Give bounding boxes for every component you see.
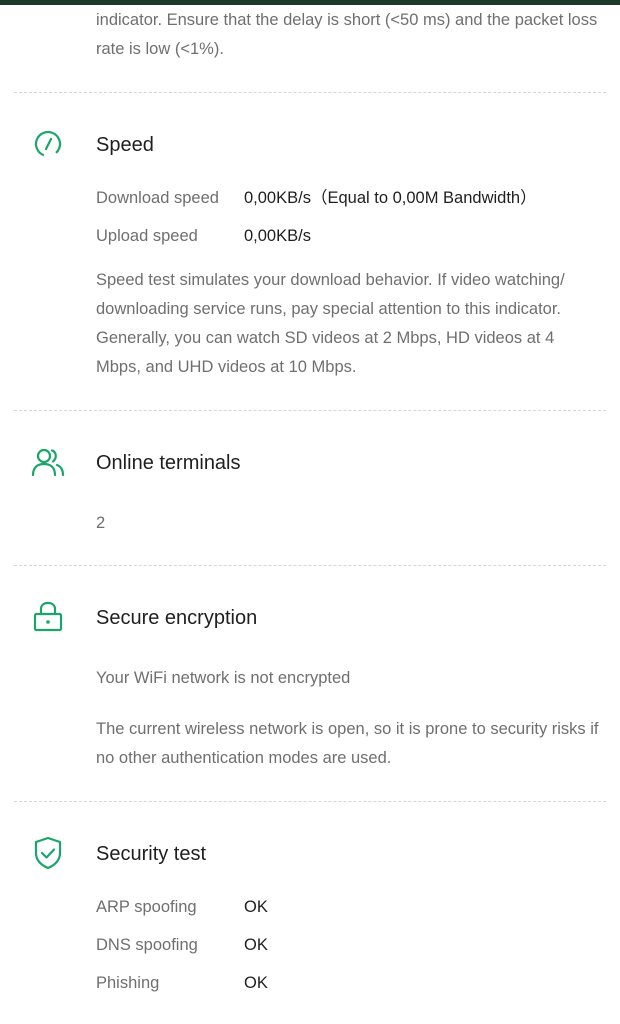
dns-spoofing-value: OK	[244, 936, 268, 954]
dns-spoofing-label: DNS spoofing	[96, 936, 198, 954]
arp-spoofing-value: OK	[244, 898, 268, 916]
arp-spoofing-label: ARP spoofing	[96, 898, 197, 916]
users-icon	[31, 445, 65, 479]
speed-title: Speed	[96, 134, 154, 156]
phishing-value: OK	[244, 974, 268, 992]
online-terminals-title: Online terminals	[96, 452, 241, 474]
download-speed-label: Download speed	[96, 189, 219, 207]
secure-encryption-title: Secure encryption	[96, 607, 258, 629]
divider	[14, 801, 606, 802]
lock-icon	[31, 600, 65, 634]
online-terminals-count: 2	[96, 514, 106, 532]
divider	[14, 565, 606, 566]
phishing-label: Phishing	[96, 974, 160, 992]
encryption-status: Your WiFi network is not encrypted	[96, 669, 351, 687]
encryption-description: The current wireless network is open, so…	[96, 720, 599, 767]
upload-speed-value: 0,00KB/s	[244, 227, 311, 245]
divider	[14, 92, 606, 93]
top-bar	[0, 0, 620, 5]
divider	[14, 410, 606, 411]
security-test-title: Security test	[96, 843, 207, 865]
download-speed-value: 0,00KB/s（Equal to 0,00M Bandwidth）	[244, 189, 537, 207]
speedometer-icon	[31, 127, 65, 161]
latency-description: indicator. Ensure that the delay is shor…	[96, 11, 598, 58]
shield-check-icon	[31, 836, 65, 870]
speed-description: Speed test simulates your download behav…	[96, 271, 565, 376]
upload-speed-label: Upload speed	[96, 227, 198, 245]
